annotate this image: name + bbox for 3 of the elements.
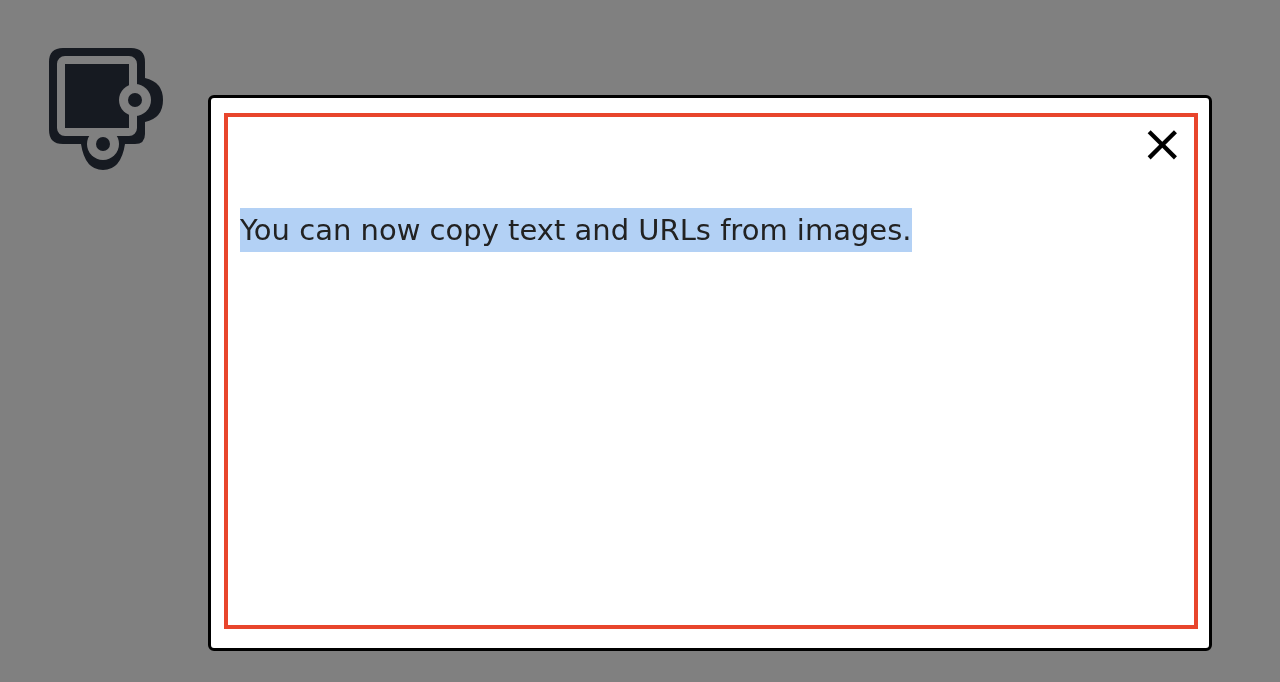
dialog-message: You can now copy text and URLs from images. [240, 208, 912, 252]
logo-icon [49, 48, 163, 170]
close-button[interactable]: × [1140, 123, 1184, 163]
